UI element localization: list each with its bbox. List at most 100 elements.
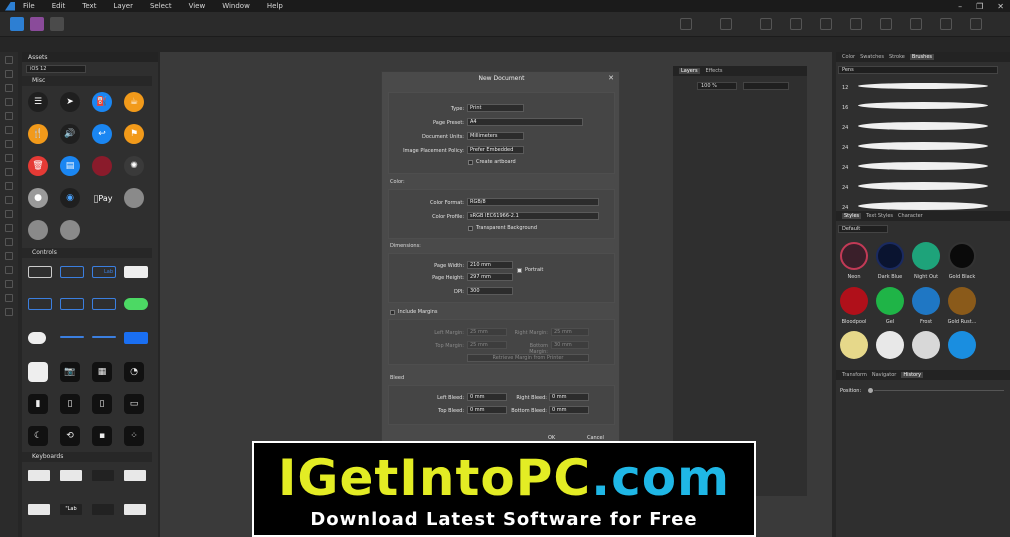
control-item[interactable] [92,298,116,310]
volume-icon[interactable]: 🔊 [60,124,80,144]
toolbar-icon[interactable] [880,18,892,30]
tab-effects[interactable]: Effects [706,68,723,74]
slider-item[interactable] [60,336,84,338]
menu-window[interactable]: Window [222,2,250,10]
toolbar-icon[interactable] [820,18,832,30]
restaurant-icon[interactable]: 🍴 [28,124,48,144]
flashlight-icon[interactable]: ▮ [28,394,48,414]
place-image-tool-icon[interactable] [5,168,13,176]
pencil-tool-icon[interactable] [5,112,13,120]
slider-item[interactable] [92,336,116,338]
tab-transform[interactable]: Transform [842,372,867,378]
brush-stroke[interactable] [858,102,988,109]
control-label-item[interactable]: Lab [92,266,116,278]
style-swatch[interactable] [948,331,976,359]
pen-tool-icon[interactable] [5,98,13,106]
grid-icon[interactable]: ⁘ [124,426,144,446]
style-neon-swatch[interactable] [840,242,868,270]
toolbar-icon[interactable] [790,18,802,30]
zoom-tool-icon[interactable] [5,266,13,274]
toolbar-icon[interactable] [940,18,952,30]
style-swatch[interactable] [840,331,868,359]
style-category-select[interactable]: Default [838,225,888,233]
left-bleed-field[interactable]: 0 mm [467,393,507,401]
style-swatch[interactable] [912,331,940,359]
transparent-background-checkbox[interactable] [468,226,473,231]
type-select[interactable]: Print [467,104,524,112]
portrait-checkbox[interactable] [517,268,522,273]
fill-tool-icon[interactable] [5,140,13,148]
tab-navigator[interactable]: Navigator [872,372,896,378]
texture-icon[interactable] [92,156,112,176]
style-dark-blue-swatch[interactable] [876,242,904,270]
style-gold-rust-swatch[interactable] [948,287,976,315]
rectangle-tool-icon[interactable] [5,196,13,204]
tab-assets[interactable]: Assets [28,54,48,61]
dpi-field[interactable]: 300 [467,287,513,295]
trash-icon[interactable]: 🗑 [28,156,48,176]
reply-icon[interactable]: ↩ [92,124,112,144]
shape-tool-icon[interactable] [5,224,13,232]
retrieve-margin-button[interactable]: Retrieve Margin from Printer [467,354,589,362]
style-gel-swatch[interactable] [876,287,904,315]
toggle-switch[interactable] [124,298,148,310]
tab-color[interactable]: Color [842,54,855,60]
placement-policy-select[interactable]: Prefer Embedded [467,146,524,154]
toolbar-icon[interactable] [850,18,862,30]
tab-character[interactable]: Character [898,213,923,219]
archive-icon[interactable]: ▤ [60,156,80,176]
history-slider-track[interactable] [874,390,1004,391]
location-icon[interactable]: ➤ [60,92,80,112]
menu-layer[interactable]: Layer [113,2,133,10]
control-item[interactable] [124,332,148,344]
document-units-select[interactable]: Millimeters [467,132,524,140]
spinner-icon[interactable]: ✺ [124,156,144,176]
control-item[interactable] [124,266,148,278]
moon-icon[interactable]: ☾ [28,426,48,446]
toolbar-icon[interactable] [910,18,922,30]
control-item[interactable] [60,298,84,310]
tab-history[interactable]: History [901,372,924,378]
brush-stroke[interactable] [858,162,988,170]
keyboard-item[interactable] [60,470,82,481]
top-margin-field[interactable]: 25 mm [467,341,507,349]
bottom-bleed-field[interactable]: 0 mm [549,406,589,414]
frame-text-tool-icon[interactable] [5,252,13,260]
right-margin-field[interactable]: 25 mm [551,328,589,336]
cup-icon[interactable]: ☕ [124,92,144,112]
top-bleed-field[interactable]: 0 mm [467,406,507,414]
user-badge-icon[interactable] [60,220,80,240]
menu-help[interactable]: Help [267,2,283,10]
keyboard-item[interactable] [28,470,50,481]
timer-icon[interactable]: ◔ [124,362,144,382]
flag-icon[interactable]: ⚑ [124,124,144,144]
text-tool-icon[interactable] [5,238,13,246]
node-tool-icon[interactable] [5,70,13,78]
include-margins-checkbox[interactable] [390,310,395,315]
apple-pay-label[interactable]: Pay [90,188,116,208]
tab-brushes[interactable]: Brushes [909,54,935,60]
brush-stroke[interactable] [858,142,988,150]
color-tool-icon[interactable] [5,308,13,316]
menu-file[interactable]: File [23,2,35,10]
toggle-icon[interactable]: ▯ [60,394,80,414]
pixel-persona-icon[interactable] [30,17,44,31]
tab-styles[interactable]: Styles [842,213,862,219]
toolbar-icon[interactable] [720,18,732,30]
minimize-icon[interactable]: – [958,2,962,11]
control-item[interactable] [28,332,46,344]
style-gold-black-swatch[interactable] [948,242,976,270]
asset-category-select[interactable]: iOS 12 [26,65,86,73]
screen-icon[interactable]: ▭ [124,394,144,414]
rotation-lock-icon[interactable]: ⟲ [60,426,80,446]
brush-stroke[interactable] [858,182,988,190]
toolbar-icon[interactable] [760,18,772,30]
control-item[interactable] [60,266,84,278]
create-artboard-checkbox[interactable] [468,160,473,165]
ellipse-tool-icon[interactable] [5,210,13,218]
toolbar-icon[interactable] [680,18,692,30]
keyboard-item[interactable] [92,504,114,515]
calculator-icon[interactable]: ▦ [92,362,112,382]
toolbar-icon[interactable] [970,18,982,30]
style-frost-swatch[interactable] [912,287,940,315]
